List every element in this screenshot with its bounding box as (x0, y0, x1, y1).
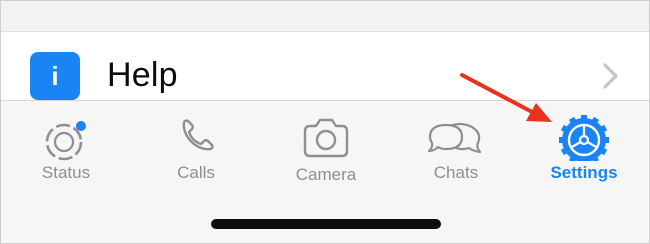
camera-icon (271, 111, 381, 161)
chevron-right-icon (603, 63, 618, 89)
help-label: Help (107, 56, 178, 94)
phone-icon (141, 111, 251, 161)
tab-status[interactable]: Status (11, 101, 121, 201)
tab-chats-label: Chats (433, 163, 479, 182)
info-icon: i (30, 52, 80, 100)
tab-settings-label: Settings (550, 163, 618, 182)
home-indicator[interactable] (211, 219, 441, 229)
info-icon-glyph: i (51, 61, 58, 91)
status-icon (11, 111, 121, 161)
tab-calls[interactable]: Calls (141, 101, 251, 201)
list-top-spacer (1, 1, 649, 32)
tab-calls-label: Calls (177, 163, 215, 182)
status-badge (76, 121, 86, 131)
red-arrow-icon (460, 73, 552, 122)
tab-camera-label: Camera (295, 165, 357, 184)
tab-camera[interactable]: Camera (271, 101, 381, 201)
tab-status-label: Status (41, 163, 91, 182)
phone-screen: i Help Status Calls Camera Chats Setting… (0, 0, 650, 244)
